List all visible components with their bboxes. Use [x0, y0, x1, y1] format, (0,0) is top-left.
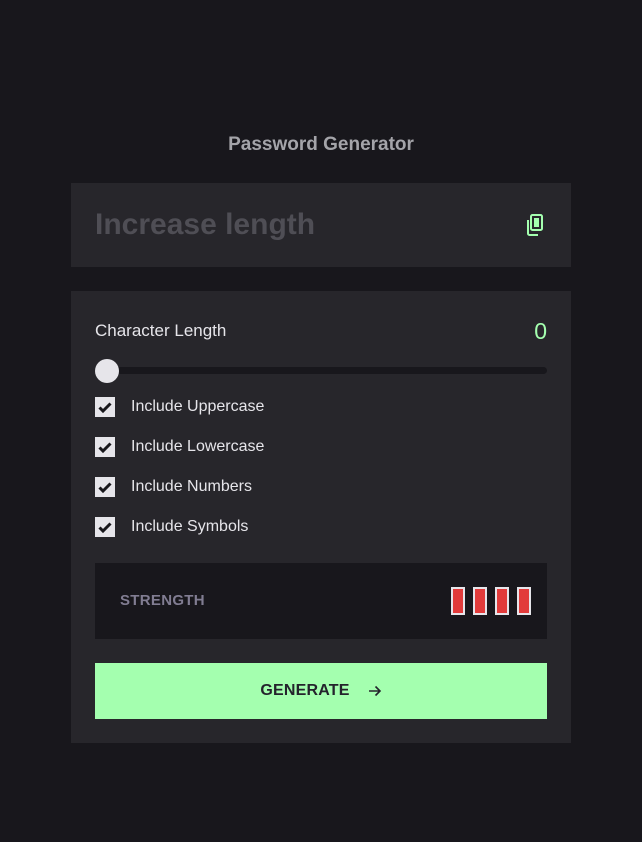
character-length-value: 0: [534, 318, 547, 344]
generate-label: GENERATE: [260, 682, 350, 699]
character-length-label: Character Length: [95, 321, 227, 340]
strength-bar-3: [495, 587, 509, 615]
strength-bar-4: [517, 587, 531, 615]
arrow-right-icon: [368, 685, 381, 697]
strength-bar-2: [473, 587, 487, 615]
copy-icon[interactable]: [523, 213, 547, 237]
settings-panel: Character Length 0 Include Uppercase Inc…: [71, 291, 571, 743]
strength-label: STRENGTH: [120, 592, 205, 609]
option-symbols[interactable]: Include Symbols: [95, 517, 248, 537]
option-numbers[interactable]: Include Numbers: [95, 477, 252, 497]
strength-meter: STRENGTH: [95, 563, 547, 639]
copy-icon-graphic: [527, 214, 543, 236]
page-title: Password Generator: [228, 134, 414, 155]
strength-bar-1: [451, 587, 465, 615]
length-slider-thumb[interactable]: [95, 359, 119, 383]
symbols-checkbox[interactable]: [95, 517, 115, 537]
uppercase-label: Include Uppercase: [131, 398, 265, 415]
check-icon: [98, 521, 112, 533]
strength-bars: [451, 587, 531, 615]
numbers-label: Include Numbers: [131, 478, 252, 495]
option-uppercase[interactable]: Include Uppercase: [95, 397, 264, 417]
generate-button[interactable]: GENERATE: [95, 663, 547, 719]
length-slider-track[interactable]: [95, 367, 547, 374]
option-lowercase[interactable]: Include Lowercase: [95, 437, 264, 457]
lowercase-label: Include Lowercase: [131, 438, 265, 455]
numbers-checkbox[interactable]: [95, 477, 115, 497]
password-output: Increase length: [95, 208, 316, 241]
check-icon: [98, 401, 112, 413]
symbols-label: Include Symbols: [131, 518, 249, 535]
uppercase-checkbox[interactable]: [95, 397, 115, 417]
check-icon: [98, 441, 112, 453]
lowercase-checkbox[interactable]: [95, 437, 115, 457]
password-output-panel: Increase length: [71, 183, 571, 267]
check-icon: [98, 481, 112, 493]
